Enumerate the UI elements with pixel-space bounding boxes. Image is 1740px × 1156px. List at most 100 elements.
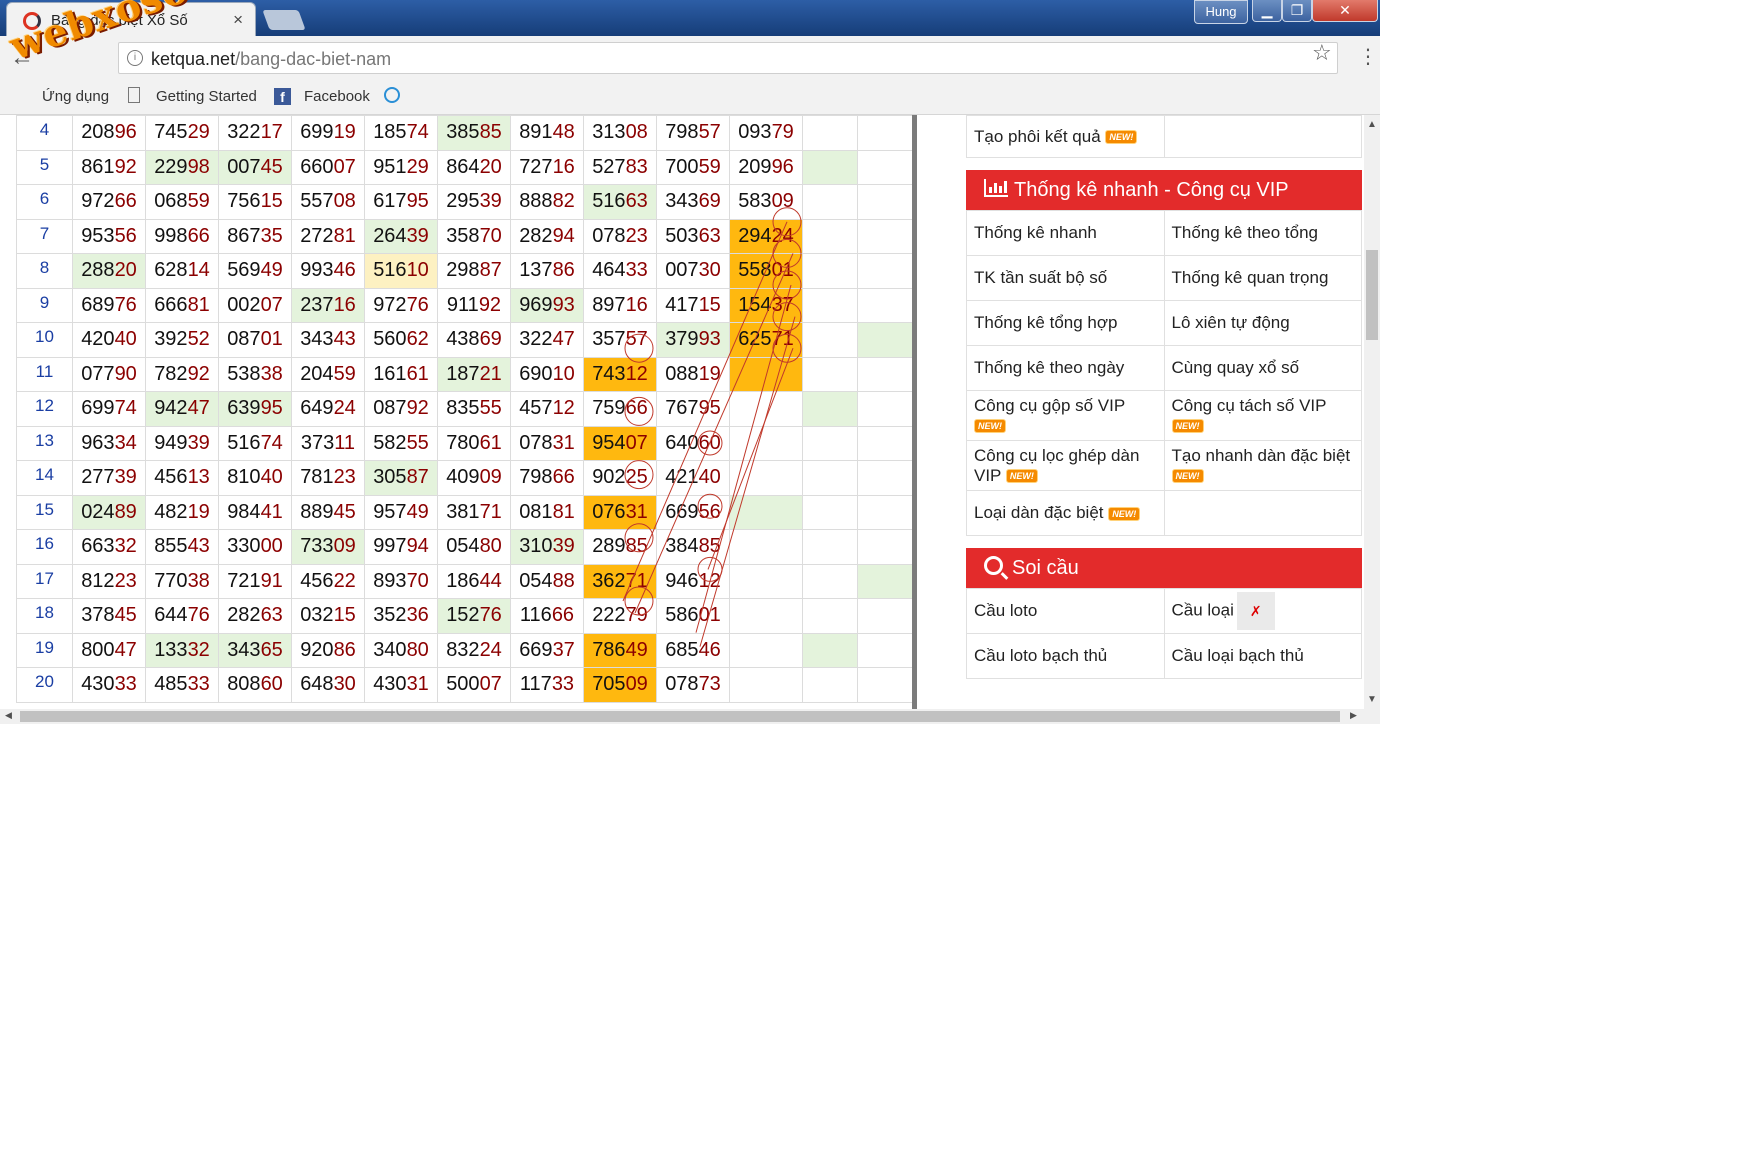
number-cell: 79866 [510,460,584,496]
empty-cell [802,149,858,185]
menu-dots-icon[interactable]: ⋮ [1358,44,1378,69]
number-cell: 30587 [364,460,438,496]
number-cell [729,494,803,530]
sidebar-link[interactable]: TK tần suất bộ số [966,255,1165,301]
sidebar-link[interactable]: Cầu loto bạch thủ [966,633,1165,679]
number-cell: 07873 [656,667,730,703]
tab-close-icon[interactable]: × [233,10,243,30]
number-cell: 35757 [583,322,657,358]
sidebar-link[interactable]: Công cụ tách số VIP NEW! [1163,390,1362,441]
vertical-scrollbar[interactable]: ▲ ▼ [1364,115,1380,709]
number-cell: 09379 [729,115,803,151]
sidebar-row: Cầu loto Cầu loại loto ✗ [966,588,1362,634]
number-cell: 35870 [437,218,511,254]
sidebar-link[interactable]: Cầu loto [966,588,1165,634]
link-label: Cầu loto [974,601,1038,620]
number-cell: 56062 [364,322,438,358]
number-cell: 99346 [291,253,365,289]
number-cell: 91192 [437,287,511,323]
window-close-button[interactable]: ✕ [1312,0,1378,22]
sidebar-link[interactable]: Thống kê tổng hợp [966,300,1165,346]
sidebar-link[interactable]: Loại dàn đặc biệt NEW! [966,490,1165,536]
sidebar-link[interactable]: Cầu loại bạch thủ [1163,633,1362,679]
sidebar-link[interactable]: Tạo nhanh dàn đặc biệt NEW! [1163,440,1362,491]
link-label: Cùng quay xổ số [1171,358,1300,377]
number-cell: 86735 [218,218,292,254]
table-row: 5 86192 22998 00745 66007 95129 86420 72716 5278… [16,149,915,185]
url-host: ketqua.net [151,49,236,69]
row-number: 10 [16,322,73,358]
new-tab-button[interactable] [262,10,306,30]
sidebar-row: Thống kê theo ngày Cùng quay xổ số [966,345,1362,391]
number-cell: 70509 [583,667,657,703]
empty-cell [802,563,858,599]
bookmark-apps[interactable]: Ứng dụng [42,88,109,105]
number-cell: 28820 [72,253,146,289]
scroll-down-arrow-icon[interactable]: ▼ [1367,694,1377,705]
number-cell: 40909 [437,460,511,496]
number-cell: 00207 [218,287,292,323]
number-cell: 29424 [729,218,803,254]
sidebar-link[interactable]: Công cụ gộp số VIP NEW! [966,390,1165,441]
number-cell: 34080 [364,632,438,668]
empty-cell [802,184,858,220]
horizontal-scrollbar[interactable]: ◀ ▶ [0,709,1380,724]
link-label: Công cụ tách số VIP [1171,395,1327,415]
address-toolbar: ← i ketqua.net/bang-dac-biet-nam ☆ ⋮ [0,36,1380,82]
sidebar-link[interactable]: Lô xiên tự động [1163,300,1362,346]
sidebar-row: Cầu loto bạch thủ Cầu loại bạch thủ [966,633,1362,679]
sidebar-row: Thống kê tổng hợp Lô xiên tự động [966,300,1362,346]
number-cell: 75966 [583,391,657,427]
link-label: Loại dàn đặc biệt [974,503,1104,522]
sidebar-link[interactable]: Công cụ lọc ghép dàn VIP NEW! [966,440,1165,491]
sidebar-link-create-result[interactable]: Tạo phôi kết quả NEW! [966,115,1165,158]
table-row: 13 96334 94939 51674 37311 58255 78061 07831 954… [16,425,915,461]
scroll-left-arrow-icon[interactable]: ◀ [5,710,12,721]
soi-cau-panel-header: Soi cầu [966,548,1362,588]
number-cell: 43033 [72,667,146,703]
sidebar-link[interactable]: Cầu loại loto ✗ [1163,588,1362,634]
sidebar-row: Thống kê nhanh Thống kê theo tổng [966,210,1362,256]
sidebar-link[interactable]: Thống kê nhanh [966,210,1165,256]
number-cell: 62571 [729,322,803,358]
bookmark-star-icon[interactable]: ☆ [1312,40,1332,66]
empty-cell [802,322,858,358]
horizontal-scroll-thumb[interactable] [20,711,1340,722]
number-cell: 32217 [218,115,292,151]
remove-icon[interactable]: ✗ [1236,592,1275,630]
number-cell: 51674 [218,425,292,461]
number-cell: 70059 [656,149,730,185]
number-cell: 11666 [510,598,584,634]
info-icon[interactable]: i [127,50,143,66]
compass-icon[interactable] [384,87,400,103]
number-cell: 28294 [510,218,584,254]
empty-cell [857,598,915,634]
empty-cell [857,391,915,427]
scroll-up-arrow-icon[interactable]: ▲ [1367,119,1377,130]
scroll-right-arrow-icon[interactable]: ▶ [1350,710,1357,721]
number-cell: 95407 [583,425,657,461]
vertical-scroll-thumb[interactable] [1366,250,1378,340]
number-cell: 20459 [291,356,365,392]
number-cell: 78649 [583,632,657,668]
minimize-button[interactable]: ▁ [1252,0,1282,22]
maximize-button[interactable]: ❐ [1282,0,1312,22]
table-row: 7 95356 99866 86735 27281 26439 35870 28294 0782… [16,218,915,254]
sidebar-link[interactable]: Thống kê theo tổng [1163,210,1362,256]
bookmark-getting-started[interactable]: Getting Started [156,88,257,105]
number-cell: 05480 [437,529,511,565]
number-cell: 76795 [656,391,730,427]
number-cell: 94939 [145,425,219,461]
number-cell: 07631 [583,494,657,530]
sidebar-link[interactable]: Cùng quay xổ số [1163,345,1362,391]
sidebar-link[interactable]: Thống kê quan trọng [1163,255,1362,301]
address-bar[interactable]: i ketqua.net/bang-dac-biet-nam [118,42,1338,74]
number-cell: 56949 [218,253,292,289]
number-cell: 08792 [364,391,438,427]
profile-button[interactable]: Hung [1194,0,1248,24]
sidebar-link[interactable]: Thống kê theo ngày [966,345,1165,391]
number-cell: 48533 [145,667,219,703]
link-label: Thống kê theo ngày [974,358,1125,377]
number-cell: 05488 [510,563,584,599]
bookmark-facebook[interactable]: Facebook [304,88,370,105]
